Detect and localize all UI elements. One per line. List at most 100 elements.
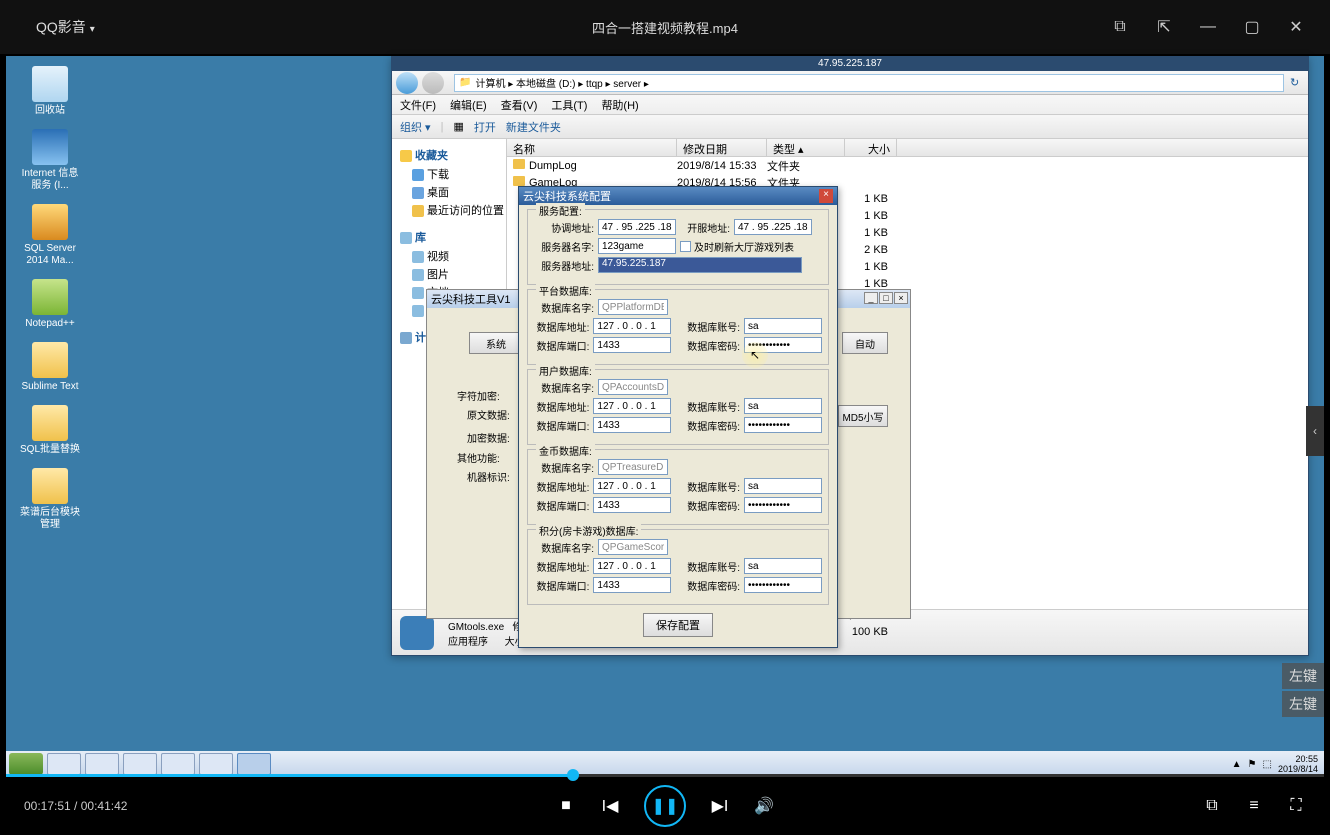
side-collapse-button[interactable]: ‹ [1306, 406, 1324, 456]
menu-tools[interactable]: 工具(T) [551, 97, 587, 113]
tr-db-acct[interactable] [744, 478, 822, 494]
progress-thumb[interactable] [567, 769, 579, 781]
prev-button[interactable]: I◀ [600, 796, 620, 816]
next-button[interactable]: ▶I [710, 796, 730, 816]
taskbar-item-active[interactable] [237, 753, 271, 775]
tray-clock[interactable]: 20:552019/8/14 [1278, 754, 1318, 774]
col-size[interactable]: 大小 [845, 139, 897, 156]
refresh-icon[interactable]: ↻ [1290, 76, 1304, 89]
tr-db-pwd[interactable] [744, 497, 822, 513]
key-tag: 左键 [1282, 691, 1324, 717]
tray-net-icon[interactable]: ⬚ [1263, 759, 1272, 770]
sc-db-addr[interactable] [593, 558, 671, 574]
cursor-icon: ↖ [750, 348, 760, 362]
pf-db-port[interactable] [593, 337, 671, 353]
chevron-down-icon: ▾ [90, 24, 95, 35]
tray-icon[interactable]: ▲ [1232, 759, 1242, 770]
group-score-db: 积分(房卡游戏)数据库: 数据库名字: 数据库地址: 数据库账号: 数据库端口:… [527, 529, 829, 605]
desktop-icons: 回收站 Internet 信息服务 (I... SQL Server 2014 … [20, 66, 90, 543]
toolbar-organize[interactable]: 组织 ▾ [400, 119, 431, 135]
tray-flag-icon[interactable]: ⚑ [1248, 759, 1257, 770]
tool-close-icon[interactable]: × [894, 292, 908, 304]
minimize-icon[interactable]: — [1198, 17, 1218, 37]
progress-bar[interactable] [6, 774, 1324, 777]
list-item[interactable]: DumpLog 2019/8/14 15:33 文件夹 [507, 157, 1308, 174]
video-title: 四合一搭建视频教程.mp4 [592, 18, 738, 37]
menu-view[interactable]: 查看(V) [501, 97, 538, 113]
server-addr-select[interactable]: 47.95.225.187 [598, 257, 802, 273]
nav-back-icon[interactable] [396, 72, 418, 94]
tree-favorites[interactable]: 收藏夹 [415, 150, 448, 162]
desktop-icon-sublime[interactable]: Sublime Text [20, 342, 80, 393]
us-db-acct[interactable] [744, 398, 822, 414]
desktop-icon-notepadpp[interactable]: Notepad++ [20, 279, 80, 330]
pause-button[interactable]: ❚❚ [644, 785, 686, 827]
sys-button[interactable]: 系统 [469, 332, 523, 354]
taskbar-item[interactable] [161, 753, 195, 775]
pip-icon[interactable]: ⧉ [1110, 17, 1130, 37]
taskbar-item[interactable] [47, 753, 81, 775]
menu-edit[interactable]: 编辑(E) [450, 97, 487, 113]
sc-db-acct[interactable] [744, 558, 822, 574]
tr-db-addr[interactable] [593, 478, 671, 494]
desktop-icon-iis[interactable]: Internet 信息服务 (I... [20, 129, 80, 192]
desktop-icon-sqlbatch[interactable]: SQL批量替换 [20, 405, 80, 456]
tree-library[interactable]: 库 [415, 232, 426, 244]
pf-db-addr[interactable] [593, 318, 671, 334]
group-user-db: 用户数据库: 数据库名字: 数据库地址: 数据库账号: 数据库端口: 数据库密码… [527, 369, 829, 445]
toolbar-newfolder[interactable]: 新建文件夹 [506, 119, 561, 135]
sc-db-pwd[interactable] [744, 577, 822, 593]
us-db-port[interactable] [593, 417, 671, 433]
tool-min-icon[interactable]: _ [864, 292, 878, 304]
col-date[interactable]: 修改日期 [677, 139, 767, 156]
desktop-icon-sqlserver[interactable]: SQL Server 2014 Ma... [20, 204, 80, 267]
md5-button[interactable]: MD5小写 [838, 405, 888, 427]
pf-db-acct[interactable] [744, 318, 822, 334]
pin-icon[interactable]: ⇱ [1154, 17, 1174, 37]
desktop-icon-module[interactable]: 菜谱后台模块管理 [20, 468, 80, 531]
tree-video[interactable]: 视频 [396, 247, 502, 265]
auto-button[interactable]: 自动 [842, 332, 888, 354]
tool-group2: 其他功能: 机器标识: [457, 450, 510, 484]
tree-downloads[interactable]: 下载 [396, 165, 502, 183]
coord-addr-input[interactable] [598, 219, 676, 235]
nav-forward-icon[interactable] [422, 72, 444, 94]
us-db-pwd[interactable] [744, 417, 822, 433]
taskbar-item[interactable] [85, 753, 119, 775]
tree-desktop[interactable]: 桌面 [396, 183, 502, 201]
col-name[interactable]: 名称 [507, 139, 677, 156]
tray: ▲ ⚑ ⬚ 20:552019/8/14 [1226, 754, 1324, 774]
server-name-input[interactable] [598, 238, 676, 254]
open-addr-input[interactable] [734, 219, 812, 235]
tree-picture[interactable]: 图片 [396, 265, 502, 283]
us-db-addr[interactable] [593, 398, 671, 414]
fullscreen-icon[interactable]: ⛶ [1286, 797, 1306, 815]
player-controls: 00:17:51 / 00:41:42 ■ I◀ ❚❚ ▶I 🔊 ⧉ ≡ ⛶ [0, 777, 1330, 835]
player-app-name[interactable]: QQ影音▾ [0, 17, 95, 37]
remote-titlebar: 47.95.225.187 [392, 57, 1308, 71]
desktop-icon-recycle[interactable]: 回收站 [20, 66, 80, 117]
dialog-close-icon[interactable]: × [819, 189, 833, 203]
playlist-icon[interactable]: ≡ [1244, 797, 1264, 815]
tool-max-icon[interactable]: □ [879, 292, 893, 304]
start-button[interactable] [9, 753, 43, 775]
toolbar-open[interactable]: 打开 [474, 119, 496, 135]
sc-db-port[interactable] [593, 577, 671, 593]
sc-db-name [598, 539, 668, 555]
refresh-checkbox[interactable]: 及时刷新大厅游戏列表 [680, 239, 794, 254]
col-type[interactable]: 类型 ▴ [767, 139, 845, 156]
close-icon[interactable]: ✕ [1286, 17, 1306, 37]
stop-button[interactable]: ■ [556, 797, 576, 815]
taskbar-item[interactable] [199, 753, 233, 775]
maximize-icon[interactable]: ▢ [1242, 17, 1262, 37]
address-bar[interactable]: 📁计算机 ▸ 本地磁盘 (D:) ▸ ttqp ▸ server ▸ [454, 74, 1284, 92]
tree-recent[interactable]: 最近访问的位置 [396, 201, 502, 219]
open-icon: ▦ [453, 120, 463, 133]
screenshot-icon[interactable]: ⧉ [1202, 797, 1222, 815]
menu-help[interactable]: 帮助(H) [601, 97, 638, 113]
volume-button[interactable]: 🔊 [754, 796, 774, 816]
menu-file[interactable]: 文件(F) [400, 97, 436, 113]
tr-db-port[interactable] [593, 497, 671, 513]
save-config-button[interactable]: 保存配置 [643, 613, 713, 637]
taskbar-item[interactable] [123, 753, 157, 775]
